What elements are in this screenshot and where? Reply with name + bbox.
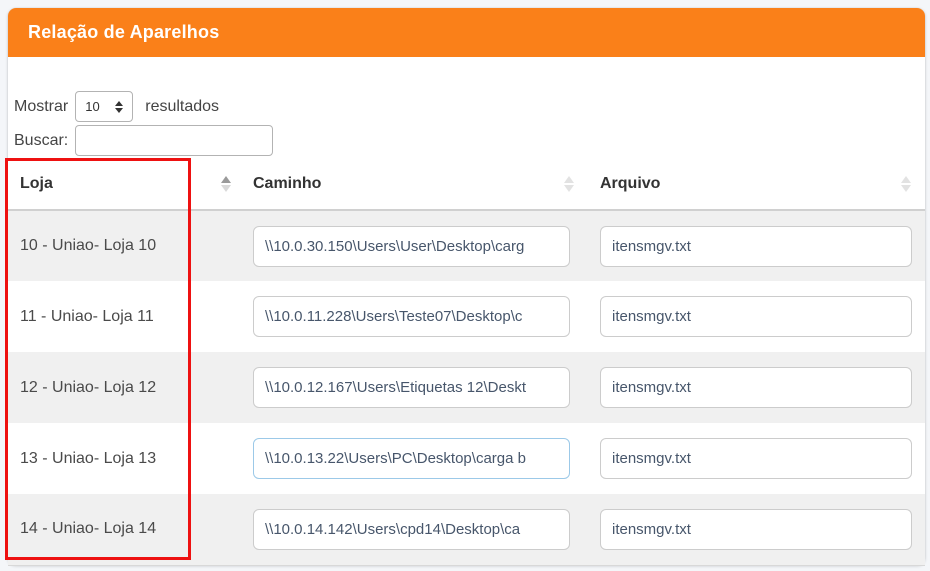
sort-both-icon (564, 175, 574, 192)
arquivo-input[interactable] (600, 296, 912, 337)
loja-cell-text: 13 - Uniao- Loja 13 (20, 449, 157, 467)
select-spinner-icon (115, 100, 124, 113)
arquivo-input[interactable] (600, 367, 912, 408)
caminho-input[interactable] (253, 508, 570, 550)
column-header-caminho[interactable]: Caminho (245, 158, 588, 211)
table-header-row: Loja Caminho Arquivo (8, 158, 925, 211)
panel-relacao-aparelhos: Relação de Aparelhos Mostrar 10 resultad… (8, 8, 925, 566)
caminho-input[interactable] (253, 438, 570, 479)
caminho-input[interactable] (253, 296, 570, 337)
table-row: 10 - Uniao- Loja 10 (8, 210, 925, 281)
page-length-select[interactable]: 10 (75, 91, 134, 122)
sort-both-icon (901, 175, 911, 192)
arquivo-input[interactable] (600, 508, 912, 550)
arquivo-cell (588, 423, 925, 494)
sort-asc-icon (221, 175, 231, 192)
column-header-loja[interactable]: Loja (8, 158, 245, 211)
loja-cell: 10 - Uniao- Loja 10 (8, 210, 245, 281)
loja-cell: 13 - Uniao- Loja 13 (8, 423, 245, 494)
devices-table: Loja Caminho Arquivo 10 - Uniao- Loja 10… (8, 158, 925, 566)
search-input[interactable] (75, 125, 274, 156)
results-label: resultados (145, 97, 220, 115)
caminho-cell (245, 423, 588, 494)
table-row: 11 - Uniao- Loja 11 (8, 281, 925, 352)
caminho-input[interactable] (253, 225, 570, 267)
arquivo-input[interactable] (600, 225, 912, 267)
caminho-cell (245, 494, 588, 565)
arquivo-cell (588, 352, 925, 423)
arquivo-cell (588, 210, 925, 281)
caminho-input[interactable] (253, 367, 570, 408)
page-background: Relação de Aparelhos Mostrar 10 resultad… (0, 0, 930, 571)
loja-cell-text: 11 - Uniao- Loja 11 (20, 307, 154, 325)
column-header-arquivo[interactable]: Arquivo (588, 158, 925, 211)
table-row: 12 - Uniao- Loja 12 (8, 352, 925, 423)
loja-cell-text: 10 - Uniao- Loja 10 (20, 237, 157, 254)
show-label: Mostrar (14, 97, 69, 115)
panel-header: Relação de Aparelhos (8, 8, 925, 57)
arquivo-cell (588, 281, 925, 352)
arquivo-cell (588, 494, 925, 565)
caminho-cell (245, 210, 588, 281)
loja-cell-text: 14 - Uniao- Loja 14 (20, 520, 157, 538)
table-body: 10 - Uniao- Loja 10 11 - Uniao- Loja 11 … (8, 210, 925, 565)
table-row: 14 - Uniao- Loja 14 (8, 494, 925, 565)
caminho-cell (245, 281, 588, 352)
panel-body: Mostrar 10 resultados Buscar: Loja Camin… (8, 57, 925, 566)
loja-cell: 12 - Uniao- Loja 12 (8, 352, 245, 423)
search-label: Buscar: (14, 131, 69, 149)
arquivo-input[interactable] (600, 438, 912, 479)
page-length-value: 10 (85, 99, 100, 114)
page-length-control: Mostrar 10 resultados (14, 91, 925, 122)
search-control: Buscar: (14, 125, 925, 156)
loja-cell: 11 - Uniao- Loja 11 (8, 281, 245, 352)
table-row: 13 - Uniao- Loja 13 (8, 423, 925, 494)
datatable-controls: Mostrar 10 resultados Buscar: (8, 57, 925, 156)
loja-cell-text: 12 - Uniao- Loja 12 (20, 378, 157, 396)
page-title: Relação de Aparelhos (28, 22, 220, 42)
caminho-cell (245, 352, 588, 423)
loja-cell: 14 - Uniao- Loja 14 (8, 494, 245, 565)
